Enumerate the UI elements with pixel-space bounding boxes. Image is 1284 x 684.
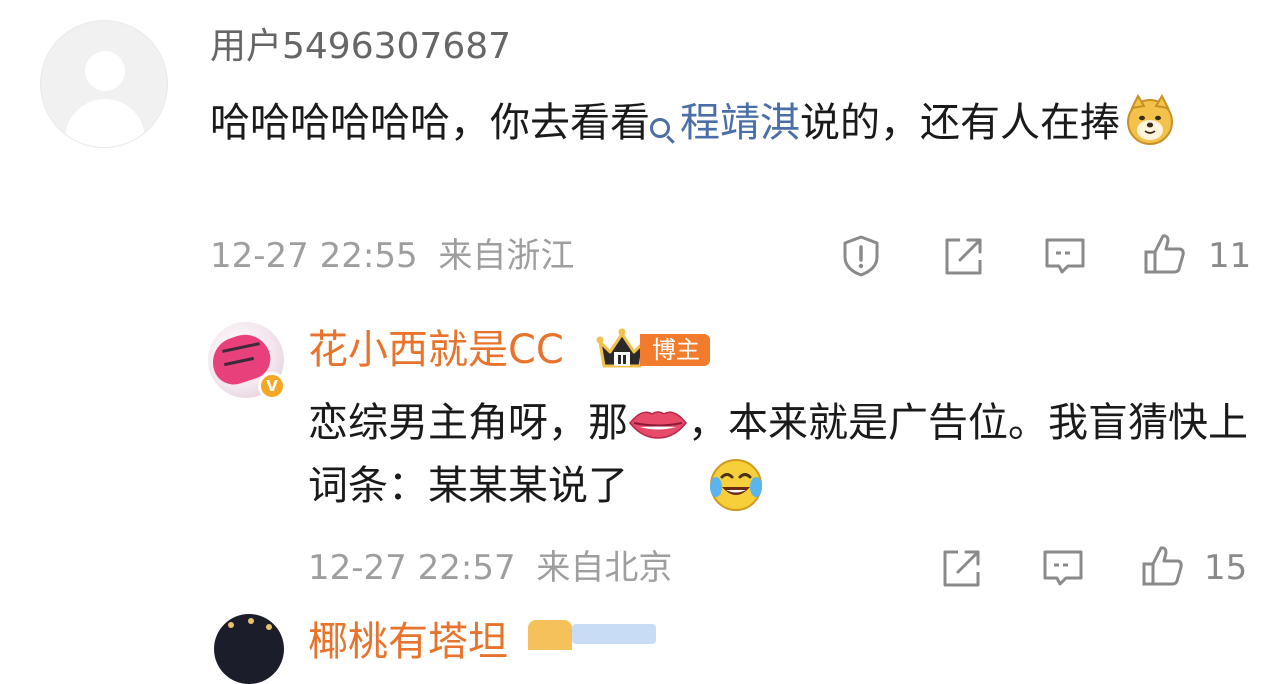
like-icon[interactable] [1140,543,1186,589]
avatar-head-shape [85,51,125,91]
comment-text-part: 哈哈哈哈哈哈，你去看看 [210,100,650,146]
search-icon [650,118,670,138]
member-badge [572,624,656,644]
comment-username[interactable]: 花小西就是CC [308,325,564,375]
like-count: 15 [1204,548,1248,588]
report-icon[interactable] [838,233,884,279]
blogger-badge: 博主 [640,334,710,366]
mention-label: 程靖淇 [680,100,800,146]
comment-location: 来自浙江 [438,236,575,276]
comment-username[interactable]: 用户5496307687 [210,24,511,70]
avatar-image-dot [228,622,234,628]
comment-text: 恋综男主角呀，那 ，本来就是广告位。我盲猜快上词条：某某某说了 [308,392,1258,518]
lips-emoji-icon [628,396,688,439]
topic-mention-link[interactable]: 程靖淇 [650,100,800,146]
verified-badge-icon: V [258,372,286,400]
crown-level-icon [528,620,572,650]
comment-text-part: 说的，还有人在捧 [800,100,1120,146]
comment-meta: 12-27 22:55 来自浙江 [210,236,574,276]
avatar-body-shape [65,99,145,147]
avatar-image-dot [266,624,272,630]
like-icon[interactable] [1142,231,1188,277]
like-count: 11 [1208,236,1252,276]
comment-location: 来自北京 [536,548,673,588]
comment-time: 12-27 22:57 [308,548,516,588]
avatar-default[interactable] [40,20,168,148]
reply-icon[interactable] [1042,233,1088,279]
avatar-next-comment[interactable] [214,614,284,684]
comment-meta: 12-27 22:57 来自北京 [308,548,672,588]
laugh-cry-emoji-icon [708,457,764,513]
comment-text-part: 恋综男主角呀，那 [308,400,628,446]
comment-time: 12-27 22:55 [210,236,418,276]
reply-icon[interactable] [1040,545,1086,591]
avatar-image-dot [248,618,254,624]
repost-icon[interactable] [938,545,984,591]
comment-username[interactable]: 椰桃有塔坦 [308,617,508,667]
doge-emoji-icon [1124,93,1176,146]
repost-icon[interactable] [940,233,986,279]
comment-text: 哈哈哈哈哈哈，你去看看 程靖淇说的，还有人在捧 [210,92,1250,155]
